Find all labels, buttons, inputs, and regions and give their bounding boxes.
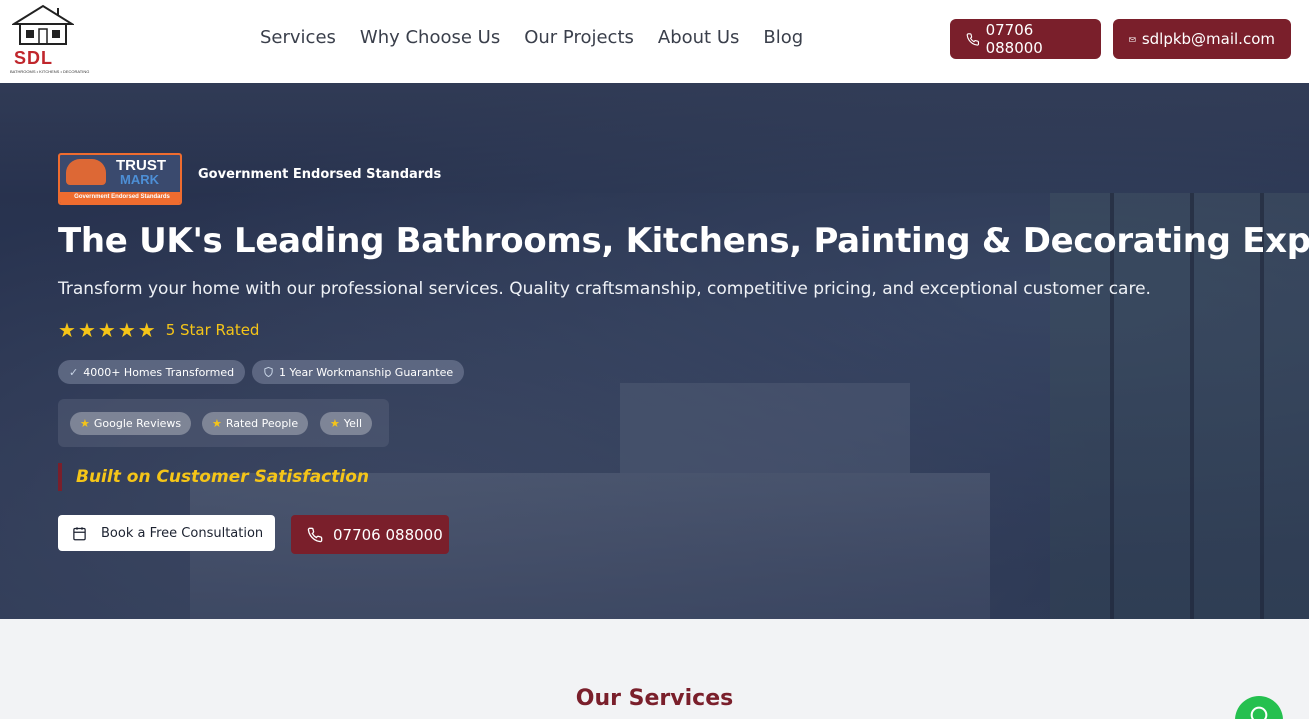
trustmark-line3: Government Endorsed Standards — [60, 192, 180, 203]
badge-label: 4000+ Homes Transformed — [83, 365, 235, 379]
calendar-icon — [73, 526, 86, 540]
site-header: SDL BATHROOMS • KITCHENS • DECORATING Se… — [0, 0, 1309, 83]
review-google[interactable]: ★ Google Reviews — [70, 412, 192, 435]
call-label: 07706 088000 — [333, 525, 443, 544]
star-rating: ★ ★ ★ ★ ★ 5 Star Rated — [58, 320, 259, 340]
gov-endorsed-label: Government Endorsed Standards — [198, 167, 442, 182]
phone-icon — [966, 32, 980, 46]
nav-about-us[interactable]: About Us — [658, 27, 740, 48]
shield-icon — [264, 366, 273, 378]
hero-section: TRUST MARK Government Endorsed Standards… — [0, 83, 1309, 619]
header-email-button[interactable]: sdlpkb@mail.com — [1113, 19, 1291, 59]
nav-services[interactable]: Services — [260, 27, 336, 48]
star-icon: ★ — [137, 318, 156, 342]
mail-icon — [1129, 36, 1136, 42]
consult-label: Book a Free Consultation — [101, 525, 264, 541]
review-yell[interactable]: ★ Yell — [320, 412, 373, 435]
review-label: Yell — [343, 417, 363, 430]
hero-tagline: Built on Customer Satisfaction — [58, 463, 369, 491]
main-nav: Services Why Choose Us Our Projects Abou… — [260, 27, 827, 48]
handshake-icon — [66, 159, 106, 185]
header-phone-label: 07706 088000 — [985, 21, 1043, 57]
hero-subtitle: Transform your home with our professiona… — [58, 279, 1151, 299]
chat-icon — [1250, 706, 1268, 719]
header-email-label: sdlpkb@mail.com — [1141, 30, 1275, 48]
logo-tagline: BATHROOMS • KITCHENS • DECORATING — [10, 69, 90, 74]
book-consultation-button[interactable]: Book a Free Consultation — [58, 515, 275, 551]
star-icon: ★ — [212, 417, 222, 430]
rating-label: 5 Star Rated — [165, 321, 260, 339]
hero-title: The UK's Leading Bathrooms, Kitchens, Pa… — [58, 221, 1309, 261]
star-icon: ★ — [117, 318, 136, 342]
badge-label: 1 Year Workmanship Guarantee — [279, 365, 454, 379]
phone-icon — [307, 527, 323, 542]
review-rated-people[interactable]: ★ Rated People — [202, 412, 309, 435]
call-button[interactable]: 07706 088000 — [291, 515, 449, 554]
nav-our-projects[interactable]: Our Projects — [524, 27, 634, 48]
logo[interactable]: SDL BATHROOMS • KITCHENS • DECORATING — [8, 4, 89, 74]
star-icon: ★ — [330, 417, 340, 430]
house-logo-icon — [12, 4, 74, 45]
services-heading: Our Services — [575, 686, 734, 711]
star-icon: ★ — [80, 417, 90, 430]
badge-workmanship-guarantee: 1 Year Workmanship Guarantee — [252, 360, 465, 384]
star-icon: ★ — [77, 318, 96, 342]
review-label: Google Reviews — [93, 417, 182, 430]
header-phone-button[interactable]: 07706 088000 — [950, 19, 1101, 59]
review-platforms: ★ Google Reviews ★ Rated People ★ Yell — [58, 399, 389, 447]
review-label: Rated People — [225, 417, 299, 430]
nav-why-choose-us[interactable]: Why Choose Us — [360, 27, 500, 48]
trustmark-line2: MARK — [120, 172, 159, 187]
check-icon: ✓ — [69, 365, 79, 379]
nav-blog[interactable]: Blog — [763, 27, 803, 48]
badge-homes-transformed: ✓ 4000+ Homes Transformed — [58, 360, 246, 384]
trustmark-logo: TRUST MARK Government Endorsed Standards — [58, 153, 182, 205]
star-icon: ★ — [97, 318, 116, 342]
logo-brand: SDL — [14, 48, 53, 68]
star-icon: ★ — [58, 318, 76, 342]
